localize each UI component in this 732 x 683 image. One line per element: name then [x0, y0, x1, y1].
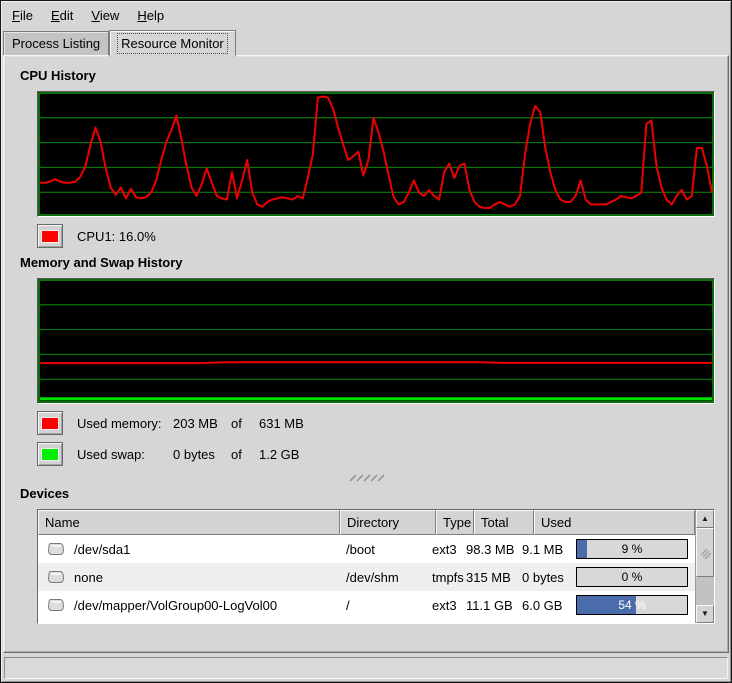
device-directory: /: [338, 598, 430, 613]
arrow-down-icon: ▼: [701, 610, 709, 618]
device-directory: /boot: [338, 542, 430, 557]
device-row-sda1[interactable]: /dev/sda1 /boot ext3 98.3 MB 9.1 MB 9 %: [38, 535, 695, 563]
column-header-directory[interactable]: Directory: [340, 510, 436, 535]
device-used: 6.0 GB: [520, 598, 576, 613]
device-name: /dev/mapper/VolGroup00-LogVol00: [74, 598, 277, 613]
disk-icon: [47, 570, 65, 584]
usage-progress-bar: 54 %: [576, 595, 688, 615]
scrollbar-track[interactable]: [696, 528, 714, 605]
used-swap-legend: Used swap: 0 bytes of 1.2 GB: [37, 442, 715, 466]
device-row-none[interactable]: none /dev/shm tmpfs 315 MB 0 bytes 0 %: [38, 563, 695, 591]
cpu-history-title: CPU History: [20, 68, 715, 83]
arrow-up-icon: ▲: [701, 515, 709, 523]
column-header-name[interactable]: Name: [38, 510, 340, 535]
menu-view[interactable]: View: [82, 3, 128, 27]
devices-table-body: /dev/sda1 /boot ext3 98.3 MB 9.1 MB 9 %: [38, 535, 695, 623]
device-total: 11.1 GB: [464, 598, 520, 613]
cpu-legend: CPU1: 16.0%: [37, 224, 715, 248]
device-name: /dev/sda1: [74, 542, 130, 557]
usage-percent-label: 54 %: [577, 596, 687, 614]
scrollbar-thumb[interactable]: [696, 528, 714, 577]
system-monitor-window: File Edit View Help Process Listing Reso…: [0, 0, 732, 683]
used-swap-value: 0 bytes: [173, 447, 231, 462]
used-memory-of: of: [231, 416, 259, 431]
menu-help[interactable]: Help: [128, 3, 173, 27]
device-total: 315 MB: [464, 570, 520, 585]
device-type: tmpfs: [430, 570, 464, 585]
used-memory-value: 203 MB: [173, 416, 231, 431]
column-header-total[interactable]: Total: [474, 510, 534, 535]
thumb-grip-icon: [699, 547, 711, 559]
usage-percent-label: 9 %: [577, 540, 687, 558]
used-swap-color-chip: [41, 448, 59, 461]
menu-bar: File Edit View Help: [1, 1, 731, 28]
cpu-history-graph: [37, 91, 715, 217]
devices-title: Devices: [20, 486, 715, 501]
resource-monitor-page: CPU History CPU1: 16.0% Memory and Swap …: [3, 55, 729, 653]
used-swap-label: Used swap:: [77, 447, 173, 462]
usage-percent-label: 0 %: [577, 568, 687, 586]
scroll-down-button[interactable]: ▼: [696, 605, 714, 623]
devices-table: Name Directory Type Total Used /dev/sda: [37, 509, 715, 624]
memory-swap-chart: [38, 279, 714, 403]
device-used: 9.1 MB: [520, 542, 576, 557]
usage-progress-bar: 0 %: [576, 567, 688, 587]
devices-table-main: Name Directory Type Total Used /dev/sda: [38, 510, 695, 623]
memory-swap-graph: [37, 278, 715, 404]
device-row-volgroup[interactable]: /dev/mapper/VolGroup00-LogVol00 / ext3 1…: [38, 591, 695, 619]
status-bar: [4, 657, 728, 679]
usage-progress-bar: 9 %: [576, 539, 688, 559]
menu-file[interactable]: File: [3, 3, 42, 27]
device-type: ext3: [430, 598, 464, 613]
tab-resource-monitor[interactable]: Resource Monitor: [109, 30, 236, 57]
used-memory-total: 631 MB: [259, 416, 304, 431]
disk-icon: [47, 598, 65, 612]
used-swap-of: of: [231, 447, 259, 462]
column-header-type[interactable]: Type: [436, 510, 474, 535]
cpu1-legend-label: CPU1: 16.0%: [77, 229, 156, 244]
device-directory: /dev/shm: [338, 570, 430, 585]
tab-bar: Process Listing Resource Monitor: [1, 28, 731, 55]
device-type: ext3: [430, 542, 464, 557]
grip-lines-icon: [347, 474, 387, 482]
used-memory-label: Used memory:: [77, 416, 173, 431]
vertical-scrollbar[interactable]: ▲ ▼: [695, 510, 714, 623]
cpu1-color-chip: [41, 230, 59, 243]
used-swap-total: 1.2 GB: [259, 447, 299, 462]
used-memory-color-chip: [41, 417, 59, 430]
device-total: 98.3 MB: [464, 542, 520, 557]
used-memory-color-swatch: [37, 411, 63, 435]
used-memory-legend: Used memory: 203 MB of 631 MB: [37, 411, 715, 435]
column-header-used[interactable]: Used: [534, 510, 695, 535]
device-name: none: [74, 570, 103, 585]
cpu1-color-swatch: [37, 224, 63, 248]
cpu-history-chart: [38, 92, 714, 216]
menu-edit[interactable]: Edit: [42, 3, 82, 27]
tab-process-listing[interactable]: Process Listing: [3, 31, 109, 55]
scroll-up-button[interactable]: ▲: [696, 510, 714, 528]
pane-resize-grip[interactable]: [19, 473, 715, 482]
memory-swap-title: Memory and Swap History: [20, 255, 715, 270]
disk-icon: [47, 542, 65, 556]
devices-table-header: Name Directory Type Total Used: [38, 510, 695, 535]
device-used: 0 bytes: [520, 570, 576, 585]
used-swap-color-swatch: [37, 442, 63, 466]
